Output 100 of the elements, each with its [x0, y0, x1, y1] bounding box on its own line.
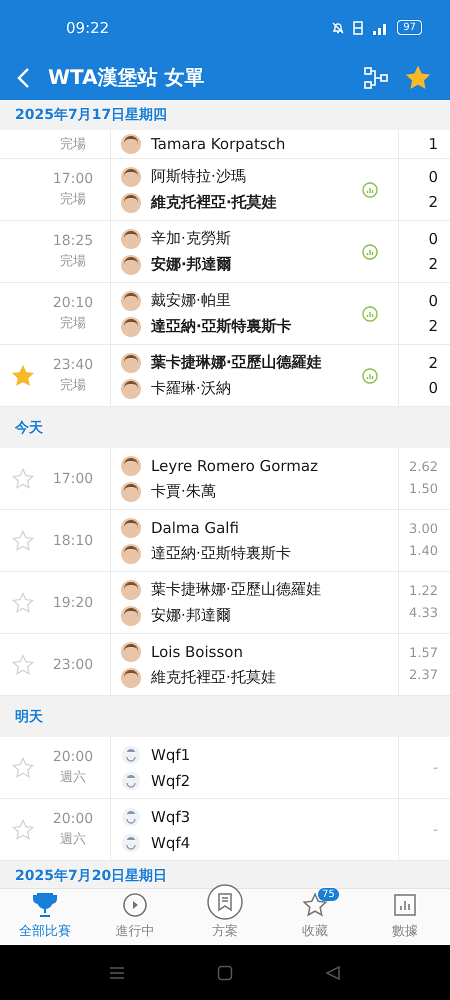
- match-status: 完場: [60, 191, 86, 208]
- match-time: 19:20: [52, 594, 94, 610]
- mute-bell-icon: [331, 20, 346, 34]
- avatar-icon: [121, 352, 141, 372]
- avatar-icon: [121, 166, 141, 186]
- bar-chart-icon: [393, 893, 417, 917]
- date-header: 2025年7月20日星期日: [15, 867, 168, 885]
- avatar-icon: [121, 378, 141, 398]
- match-status: 完場: [60, 377, 86, 394]
- avatar-icon: [121, 228, 141, 248]
- avatar-icon: [121, 482, 141, 502]
- player-name: 達亞納·亞斯特裏斯卡: [151, 317, 292, 336]
- avatar-icon: [121, 254, 141, 274]
- favorite-star-icon[interactable]: [12, 756, 34, 778]
- match-time: 20:10: [52, 295, 94, 311]
- match-status: 完場: [60, 315, 86, 332]
- match-status: 週六: [60, 769, 86, 786]
- favorite-star-icon[interactable]: [12, 818, 34, 840]
- favorite-star-icon[interactable]: [12, 468, 34, 490]
- avatar-icon: [121, 544, 141, 564]
- match-time: 17:00: [52, 470, 94, 486]
- avatar-placeholder-icon: [121, 806, 141, 826]
- match-time: 23:40: [52, 357, 94, 373]
- favorite-star-icon[interactable]: [406, 66, 430, 90]
- match-status: 週六: [60, 831, 86, 848]
- back-triangle-icon[interactable]: [325, 964, 341, 980]
- page-title: WTA漢堡站 女單: [48, 64, 206, 91]
- player-name: Leyre Romero Gormaz: [151, 456, 318, 474]
- avatar-icon: [121, 192, 141, 212]
- nav-tab[interactable]: 方案: [180, 889, 270, 945]
- set-score: 0: [428, 230, 438, 248]
- avatar-icon: [121, 134, 141, 154]
- odds-value: 3.00: [409, 522, 438, 537]
- match-time: 17:00: [52, 171, 94, 187]
- avatar-icon: [121, 456, 141, 476]
- player-name: Lois Boisson: [151, 642, 243, 660]
- count-badge: 75: [318, 888, 339, 901]
- player-name: 安娜·邦達爾: [151, 255, 232, 274]
- nav-tab[interactable]: 75 收藏: [270, 889, 360, 945]
- nav-tab[interactable]: 全部比賽: [0, 889, 90, 945]
- avatar-icon: [121, 606, 141, 626]
- player-name: 阿斯特拉·沙瑪: [151, 167, 246, 186]
- player-name: 戴安娜·帕里: [151, 291, 231, 310]
- player-name: 卡賈·朱萬: [151, 482, 216, 501]
- avatar-icon: [121, 668, 141, 688]
- match-status: 完場: [60, 136, 86, 153]
- match-time: 20:00: [52, 749, 94, 765]
- avatar-icon: [121, 316, 141, 336]
- trophy-icon: [32, 892, 58, 918]
- odds-value: 1.22: [409, 584, 438, 599]
- player-name: 維克托裡亞·托莫娃: [151, 193, 277, 212]
- avatar-placeholder-icon: [121, 744, 141, 764]
- back-icon[interactable]: [16, 66, 30, 88]
- play-icon: [122, 892, 148, 918]
- favorite-star-icon[interactable]: [12, 654, 34, 676]
- battery-indicator: 97: [397, 20, 422, 35]
- avatar-icon: [121, 290, 141, 310]
- date-header: 明天: [15, 708, 43, 726]
- player-name: Dalma Galfi: [151, 518, 239, 536]
- odds-value: 2.37: [409, 668, 438, 683]
- favorite-star-icon[interactable]: [12, 530, 34, 552]
- stats-icon[interactable]: [362, 368, 378, 384]
- odds-value: 1.50: [409, 482, 438, 497]
- player-name: Wqf3: [151, 808, 190, 826]
- match-time: 23:00: [52, 656, 94, 672]
- match-time: 20:00: [52, 811, 94, 827]
- odds-value: 1.57: [409, 646, 438, 661]
- player-name: Tamara Korpatsch: [151, 135, 286, 153]
- set-score: 2: [428, 354, 438, 372]
- player-name: Wqf1: [151, 746, 190, 764]
- odds-text: -: [432, 760, 438, 776]
- player-name: 卡羅琳·沃納: [151, 379, 231, 398]
- menu-icon[interactable]: [109, 964, 125, 980]
- favorite-star-icon[interactable]: [12, 364, 34, 386]
- odds-value: 4.33: [409, 606, 438, 621]
- bracket-icon[interactable]: [364, 66, 388, 88]
- player-name: Wqf4: [151, 834, 190, 852]
- match-time: 18:10: [52, 532, 94, 548]
- player-name: 安娜·邦達爾: [151, 606, 231, 625]
- player-name: 達亞納·亞斯特裏斯卡: [151, 544, 291, 563]
- home-icon[interactable]: [217, 964, 233, 980]
- player-name: Wqf2: [151, 772, 190, 790]
- nav-tab[interactable]: 進行中: [90, 889, 180, 945]
- player-name: 維克托裡亞·托莫娃: [151, 668, 276, 687]
- set-score: 2: [428, 193, 438, 211]
- player-name: 辛加·克勞斯: [151, 229, 231, 248]
- set-score: 0: [428, 168, 438, 186]
- avatar-placeholder-icon: [121, 770, 141, 790]
- favorite-star-icon[interactable]: [12, 592, 34, 614]
- set-score: 2: [428, 317, 438, 335]
- player-name: 葉卡捷琳娜·亞歷山德羅娃: [151, 580, 321, 599]
- set-score: 2: [428, 255, 438, 273]
- set-score: 0: [428, 379, 438, 397]
- stats-icon[interactable]: [362, 244, 378, 260]
- stats-icon[interactable]: [362, 306, 378, 322]
- stats-icon[interactable]: [362, 182, 378, 198]
- avatar-icon: [121, 518, 141, 538]
- avatar-placeholder-icon: [121, 832, 141, 852]
- date-header: 2025年7月17日星期四: [15, 106, 168, 124]
- nav-tab[interactable]: 數據: [360, 889, 450, 945]
